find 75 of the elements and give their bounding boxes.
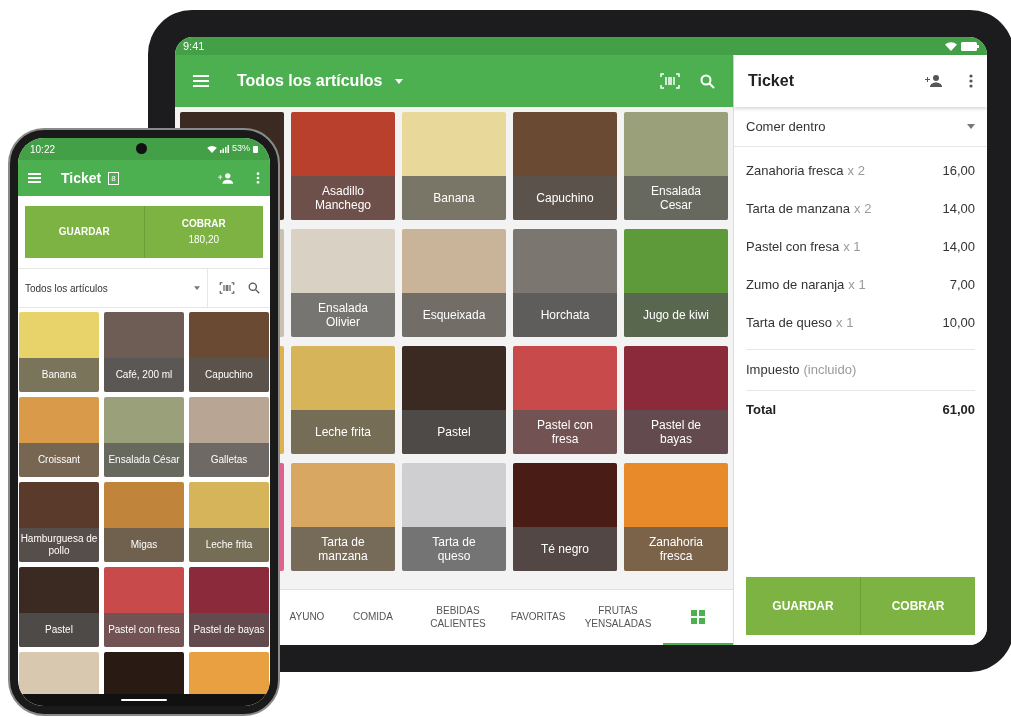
item-quantity: x 1 <box>843 238 861 257</box>
category-tab[interactable]: AYUNO <box>281 590 333 645</box>
product-tile[interactable]: Asadillo Manchego <box>291 112 395 220</box>
product-tile[interactable]: Jugo de kiwi <box>624 229 728 337</box>
product-tile[interactable]: Café, 200 ml <box>104 312 184 392</box>
product-tile[interactable]: Pastel con fresa <box>513 346 617 454</box>
product-tile[interactable]: Ensalada Cesar <box>624 112 728 220</box>
ticket-title: Ticket <box>748 71 794 91</box>
menu-icon[interactable] <box>193 75 209 87</box>
dining-option-dropdown[interactable]: Comer dentro <box>734 107 987 147</box>
item-name: Pastel con fresa <box>746 238 840 257</box>
product-tile[interactable]: Pastel con fresa <box>104 567 184 647</box>
product-tile[interactable]: Leche frita <box>189 482 269 562</box>
item-name: Zanahoria fresca <box>746 162 844 181</box>
more-icon[interactable] <box>969 74 973 88</box>
product-tile[interactable]: Ensalada César <box>104 397 184 477</box>
item-amount: 10,00 <box>942 314 975 333</box>
product-tile[interactable]: Leche frita <box>291 346 395 454</box>
product-tile[interactable]: Banana <box>402 112 506 220</box>
product-tile[interactable]: Zanahoria fresca <box>624 463 728 571</box>
tax-label: Impuesto <box>746 361 800 380</box>
search-icon[interactable] <box>247 282 260 294</box>
menu-icon[interactable] <box>28 173 41 183</box>
product-tile[interactable]: Capuchino <box>189 312 269 392</box>
product-tile[interactable]: Tarta de queso <box>402 463 506 571</box>
battery-icon <box>253 145 258 153</box>
product-tile[interactable]: Pastel <box>19 567 99 647</box>
caret-icon <box>394 78 403 84</box>
add-customer-icon[interactable] <box>925 75 943 87</box>
product-tile[interactable]: Té negro <box>513 463 617 571</box>
caret-icon <box>194 286 200 290</box>
app-title: Ticket <box>61 168 102 188</box>
total-amount: 61,00 <box>942 401 975 420</box>
product-tile[interactable]: Pastel de bayas <box>624 346 728 454</box>
product-tile[interactable]: Croissant <box>19 397 99 477</box>
category-tab[interactable]: BEBIDAS CALIENTES <box>413 590 503 645</box>
category-dropdown[interactable]: Todos los artículos <box>18 269 208 307</box>
product-tile[interactable]: Pastel <box>402 346 506 454</box>
item-amount: 16,00 <box>942 162 975 181</box>
ticket-count-badge: 8 <box>108 171 119 185</box>
barcode-icon[interactable] <box>218 282 235 294</box>
item-name: Zumo de naranja <box>746 276 845 295</box>
item-name: Tarta de queso <box>746 314 832 333</box>
product-tile[interactable]: Banana <box>19 312 99 392</box>
product-tile[interactable]: Horchata <box>513 229 617 337</box>
total-label: Total <box>746 401 777 420</box>
item-amount: 14,00 <box>942 238 975 257</box>
wifi-icon <box>207 145 217 153</box>
product-tile[interactable]: Esqueixada <box>402 229 506 337</box>
category-tab[interactable]: FRUTAS YENSALADAS <box>573 590 663 645</box>
product-tile[interactable]: Pastel de bayas <box>189 567 269 647</box>
item-quantity: x 1 <box>848 276 866 295</box>
item-name: Tarta de manzana <box>746 200 851 219</box>
item-quantity: x 2 <box>847 162 865 181</box>
item-quantity: x 1 <box>836 314 854 333</box>
signal-icon <box>220 145 229 153</box>
category-tab[interactable]: COMIDA <box>333 590 413 645</box>
item-quantity: x 2 <box>854 200 872 219</box>
wifi-icon <box>945 41 957 51</box>
status-time: 9:41 <box>183 38 205 54</box>
product-tile[interactable]: Galletas <box>189 397 269 477</box>
grid-icon <box>691 609 705 624</box>
status-time: 10:22 <box>30 142 56 157</box>
product-tile[interactable]: Hamburguesa de pollo <box>19 482 99 562</box>
item-amount: 7,00 <box>949 276 975 295</box>
product-tile[interactable]: Ensalada Olivier <box>291 229 395 337</box>
product-tile[interactable]: Migas <box>104 482 184 562</box>
category-tab[interactable]: FAVORITAS <box>503 590 573 645</box>
product-tile[interactable]: Tarta de manzana <box>291 463 395 571</box>
battery-icon <box>961 41 979 51</box>
battery-percent: 53% <box>232 142 250 156</box>
caret-icon <box>967 124 975 129</box>
tax-note: (incluido) <box>803 361 857 380</box>
item-amount: 14,00 <box>942 200 975 219</box>
product-tile[interactable]: Capuchino <box>513 112 617 220</box>
